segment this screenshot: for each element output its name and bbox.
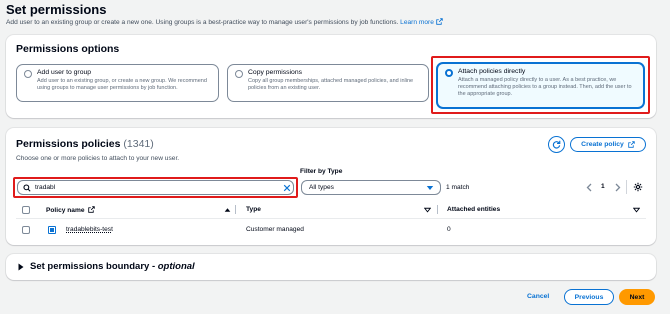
radio-add-user-to-group[interactable]	[24, 70, 32, 78]
option-description: Add user to an existing group, or create…	[37, 78, 207, 91]
pagination-divider	[626, 180, 627, 194]
external-link-icon	[436, 18, 443, 25]
sort-asc-icon[interactable]	[224, 207, 231, 213]
policies-subtitle: Choose one or more policies to attach to…	[16, 155, 180, 162]
radio-attach-policies-directly[interactable]	[445, 69, 453, 77]
option-title: Add user to group	[37, 69, 92, 76]
search-input-value[interactable]: tradabl	[35, 184, 55, 191]
option-copy-permissions[interactable]: Copy permissions Copy all group membersh…	[227, 64, 429, 102]
permissions-options-heading: Permissions options	[16, 43, 120, 55]
page-description-text: Add user to an existing group or create …	[6, 19, 399, 26]
option-description: Copy all group memberships, attached man…	[248, 78, 414, 91]
clear-icon[interactable]	[283, 184, 291, 192]
filter-type-value[interactable]: All types	[309, 184, 334, 191]
create-policy-button[interactable]: Create policy	[570, 137, 646, 152]
header-divider	[16, 218, 646, 219]
table-row[interactable]: tradablebits-test Customer managed 0	[16, 220, 646, 240]
chevron-right-icon[interactable]	[615, 183, 621, 192]
row-checkbox[interactable]	[22, 226, 30, 234]
next-button[interactable]: Next	[619, 289, 655, 305]
option-title: Copy permissions	[248, 69, 303, 76]
permissions-boundary-title[interactable]: Set permissions boundary - optional	[30, 261, 195, 272]
boundary-optional: optional	[157, 261, 195, 272]
select-all-checkbox[interactable]	[22, 206, 30, 214]
permissions-options-panel: Permissions options Add user to group Ad…	[6, 35, 656, 118]
policy-type: Customer managed	[246, 226, 304, 233]
external-link-icon	[628, 141, 635, 148]
radio-copy-permissions[interactable]	[235, 70, 243, 78]
option-attach-policies-directly[interactable]: Attach policies directly Attach a manage…	[436, 62, 645, 109]
option-description: Attach a managed policy directly to a us…	[458, 77, 632, 97]
column-divider	[235, 205, 236, 214]
page-title: Set permissions	[6, 2, 107, 17]
filter-type-label: Filter by Type	[300, 168, 343, 175]
search-icon	[23, 184, 31, 192]
learn-more-label[interactable]: Learn more	[400, 19, 434, 26]
policy-name-link[interactable]: tradablebits-test	[66, 226, 113, 233]
policy-attached-entities: 0	[447, 226, 451, 233]
column-header-policy-name[interactable]: Policy name	[46, 206, 96, 214]
external-link-icon	[88, 206, 96, 213]
boundary-title-text[interactable]: Set permissions boundary -	[30, 261, 158, 272]
previous-label[interactable]: Previous	[575, 294, 604, 301]
permissions-boundary-panel[interactable]: Set permissions boundary - optional	[6, 254, 656, 280]
sort-desc-icon[interactable]	[424, 207, 431, 213]
column-divider	[437, 205, 438, 214]
permissions-policies-heading: Permissions policies (1341)	[16, 138, 154, 150]
chevron-left-icon[interactable]	[586, 183, 592, 192]
column-policy-name-label[interactable]: Policy name	[46, 207, 84, 214]
option-add-user-to-group[interactable]: Add user to group Add user to an existin…	[16, 64, 219, 102]
policies-heading-text: Permissions policies	[16, 138, 121, 150]
next-label[interactable]: Next	[630, 294, 645, 301]
learn-more-link[interactable]: Learn more	[400, 18, 443, 26]
page-description: Add user to an existing group or create …	[6, 18, 443, 26]
policies-count: (1341)	[123, 138, 154, 150]
page-number[interactable]: 1	[601, 183, 605, 190]
option-title: Attach policies directly	[458, 68, 526, 75]
column-header-attached-entities[interactable]: Attached entities	[447, 206, 500, 213]
match-count: 1 match	[446, 184, 470, 191]
column-header-type[interactable]: Type	[246, 206, 261, 213]
search-input[interactable]: tradabl	[17, 180, 294, 195]
create-policy-label[interactable]: Create policy	[581, 141, 624, 148]
filter-type-select[interactable]: All types	[301, 180, 441, 195]
dropdown-caret-icon	[426, 186, 434, 190]
policy-expand-icon-fill	[50, 228, 54, 232]
refresh-button[interactable]	[548, 136, 565, 153]
policy-expand-icon[interactable]	[48, 226, 56, 234]
refresh-icon	[552, 140, 561, 149]
caret-right-icon[interactable]	[18, 263, 24, 271]
permissions-policies-panel: Permissions policies (1341) Choose one o…	[6, 128, 656, 245]
settings-gear-icon[interactable]	[633, 182, 643, 192]
previous-button[interactable]: Previous	[564, 289, 614, 305]
cancel-link[interactable]: Cancel	[527, 293, 549, 300]
sort-desc-icon[interactable]	[633, 207, 640, 213]
